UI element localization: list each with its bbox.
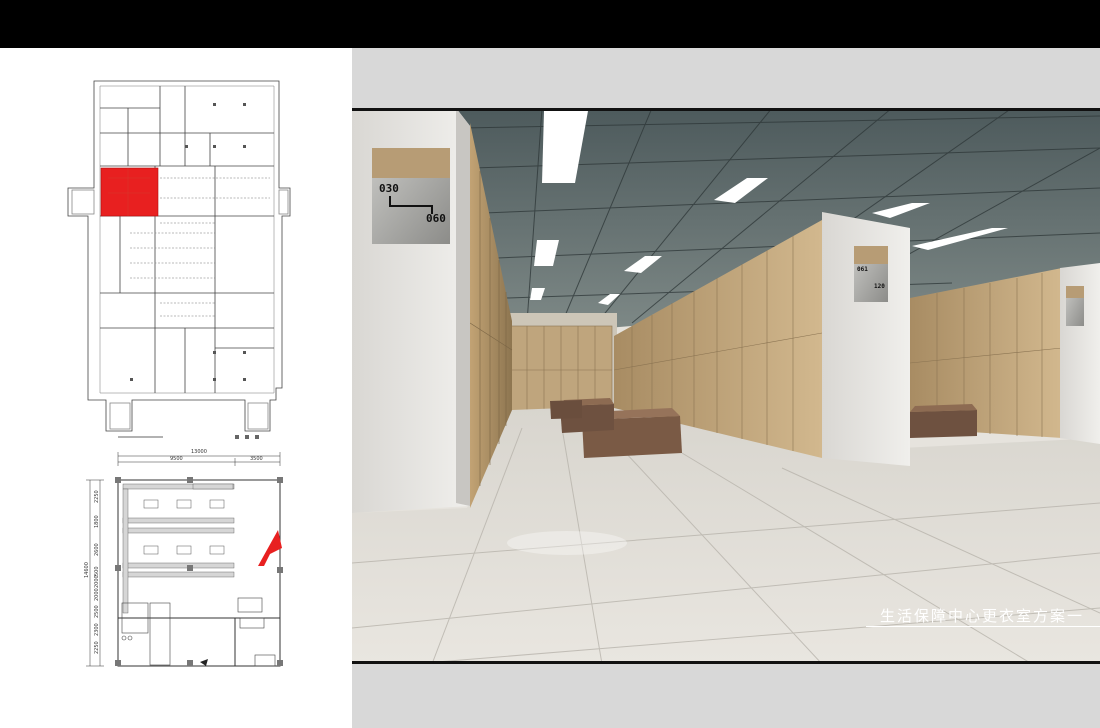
dim-seg-4: 2000 xyxy=(94,575,100,588)
key-plan-columns xyxy=(130,103,246,381)
dim-seg-8: 2250 xyxy=(94,490,100,503)
dim-seg-7: 1800 xyxy=(94,515,100,528)
render-caption: 生活保障中心更衣室方案一 xyxy=(880,607,1085,625)
sign-front-to: 060 xyxy=(426,212,446,225)
key-plan xyxy=(67,80,291,432)
top-black-band xyxy=(0,0,1100,48)
dim-seg-3: 2000 xyxy=(94,588,100,601)
sign-middle-to: 120 xyxy=(874,283,885,290)
floor-reflection xyxy=(507,531,627,555)
dim-seg-6: 2600 xyxy=(94,543,100,556)
dim-width-right: 3500 xyxy=(250,456,263,462)
sign-front-from: 030 xyxy=(379,182,399,195)
dim-width-left: 9500 xyxy=(170,456,183,462)
plans-panel: 13000 9500 3500 14600 2250 2300 2500 200… xyxy=(0,48,352,728)
dim-total-depth: 14600 xyxy=(84,562,90,578)
view-direction-arrow xyxy=(258,530,282,566)
caption-underline xyxy=(866,626,1100,627)
dim-total-width: 13000 xyxy=(191,449,207,455)
highlighted-changing-room xyxy=(100,167,159,217)
plans-drawing: 13000 9500 3500 14600 2250 2300 2500 200… xyxy=(67,80,291,667)
locker-room-rendering: 030 060 061 120 生活保障中心更衣室方案一 xyxy=(352,108,1100,664)
north-marks xyxy=(235,435,259,439)
dim-seg-0: 2250 xyxy=(94,641,100,654)
detail-plan: 13000 9500 3500 14600 2250 2300 2500 200… xyxy=(84,449,283,667)
sign-far xyxy=(1066,286,1084,326)
dim-seg-2: 2500 xyxy=(94,605,100,618)
sign-middle-from: 061 xyxy=(857,266,868,273)
sign-middle: 061 120 xyxy=(854,246,888,302)
render-scene: 030 060 061 120 xyxy=(352,108,1100,664)
sign-front: 030 060 xyxy=(372,148,450,244)
dim-seg-5: 500 xyxy=(94,566,100,576)
entry-marker xyxy=(200,659,208,666)
dim-seg-1: 2300 xyxy=(94,623,100,636)
